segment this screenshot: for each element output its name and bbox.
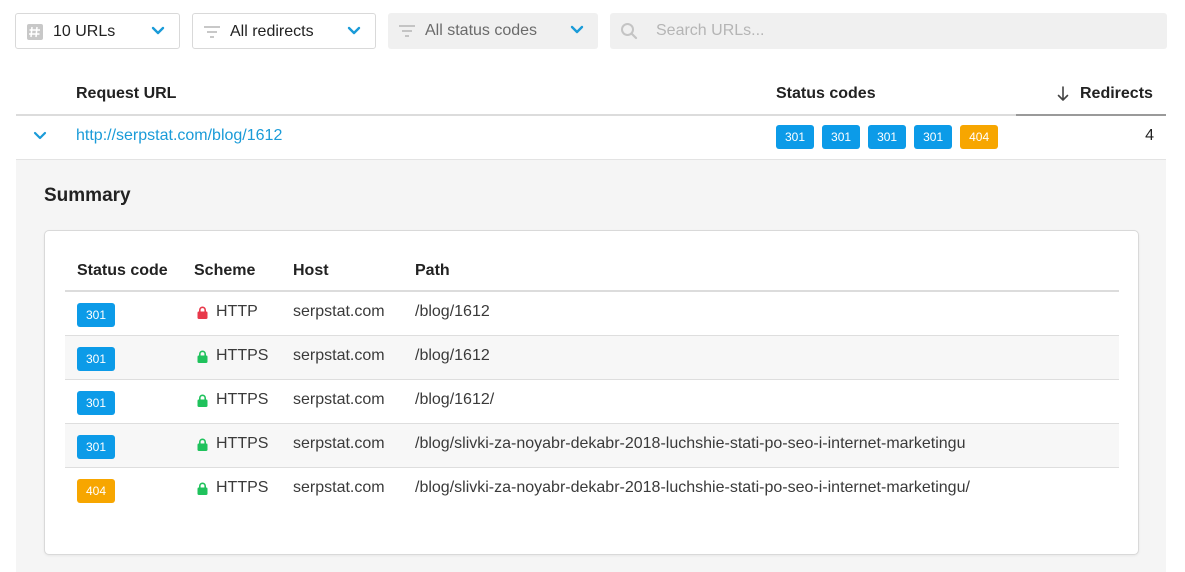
lock-icon: [197, 482, 208, 495]
filter-toolbar: 10 URLs All redirects All status codes: [15, 13, 1167, 49]
chevron-down-icon[interactable]: [32, 130, 48, 142]
column-header-path: Path: [415, 262, 450, 279]
summary-row: 301 HTTP serpstat.com /blog/1612: [65, 292, 1119, 336]
lock-icon: [197, 306, 208, 319]
summary-table-header: Status code Scheme Host Path: [65, 251, 1119, 292]
host-cell: serpstat.com: [293, 303, 385, 320]
lock-icon: [197, 394, 208, 407]
path-cell: /blog/1612/: [415, 391, 495, 408]
path-cell: /blog/slivki-za-noyabr-dekabr-2018-luchs…: [415, 435, 966, 452]
status-badge: 404: [77, 479, 116, 503]
status-badge: 301: [776, 125, 815, 149]
status-badge: 301: [914, 125, 953, 149]
column-header-redirects-label: Redirects: [1080, 85, 1153, 102]
host-cell: serpstat.com: [293, 347, 385, 364]
search-input[interactable]: [656, 13, 1136, 49]
chevron-down-icon: [570, 25, 584, 34]
column-header-host: Host: [293, 262, 329, 279]
url-count-label: 10 URLs: [53, 23, 116, 40]
table-row: http://serpstat.com/blog/1612 301 301 30…: [16, 116, 1166, 160]
scheme-label: HTTP: [216, 303, 258, 320]
status-badge: 301: [77, 303, 116, 327]
lock-icon: [197, 438, 208, 451]
expanded-details: Summary Status code Scheme Host Path 301…: [16, 160, 1166, 572]
chevron-down-icon: [151, 26, 165, 35]
column-header-request-url[interactable]: Request URL: [76, 85, 176, 103]
summary-row: 301 HTTPS serpstat.com /blog/1612/: [65, 380, 1119, 424]
host-cell: serpstat.com: [293, 479, 385, 496]
summary-row: 301 HTTPS serpstat.com /blog/1612: [65, 336, 1119, 380]
request-url-link[interactable]: http://serpstat.com/blog/1612: [76, 127, 282, 145]
scheme-label: HTTPS: [216, 347, 269, 364]
scheme-label: HTTPS: [216, 479, 269, 496]
path-cell: /blog/1612: [415, 347, 490, 364]
status-badge: 301: [77, 435, 116, 459]
summary-row: 301 HTTPS serpstat.com /blog/slivki-za-n…: [65, 424, 1119, 468]
summary-card: Status code Scheme Host Path 301 HTTP se…: [44, 230, 1139, 555]
redirects-count: 4: [1145, 127, 1154, 144]
lock-icon: [197, 350, 208, 363]
filter-icon: [399, 25, 415, 37]
status-codes-filter-dropdown[interactable]: All status codes: [388, 13, 598, 49]
chevron-down-icon: [347, 26, 361, 35]
column-header-status-code: Status code: [77, 262, 168, 279]
column-header-status-codes[interactable]: Status codes: [776, 85, 876, 103]
redirects-filter-label: All redirects: [230, 23, 314, 40]
status-badge: 404: [960, 125, 999, 149]
search-icon: [621, 23, 638, 40]
filter-icon: [204, 26, 220, 38]
urls-table-header: Request URL Status codes Redirects: [16, 72, 1166, 116]
path-cell: /blog/slivki-za-noyabr-dekabr-2018-luchs…: [415, 479, 970, 496]
scheme-label: HTTPS: [216, 435, 269, 452]
status-badge: 301: [868, 125, 907, 149]
status-badge: 301: [822, 125, 861, 149]
host-cell: serpstat.com: [293, 391, 385, 408]
search-box: [610, 13, 1167, 49]
summary-row: 404 HTTPS serpstat.com /blog/slivki-za-n…: [65, 468, 1119, 512]
column-header-scheme: Scheme: [194, 262, 256, 279]
column-header-redirects[interactable]: Redirects: [1016, 72, 1166, 116]
status-codes-filter-label: All status codes: [425, 22, 538, 39]
host-cell: serpstat.com: [293, 435, 385, 452]
status-badge: 301: [77, 391, 116, 415]
redirects-filter-dropdown[interactable]: All redirects: [192, 13, 376, 49]
scheme-label: HTTPS: [216, 391, 269, 408]
path-cell: /blog/1612: [415, 303, 490, 320]
summary-title: Summary: [44, 185, 131, 206]
arrow-down-icon: [1057, 86, 1069, 101]
status-codes-list: 301 301 301 301 404: [776, 125, 999, 149]
hash-icon: [27, 24, 43, 40]
url-count-dropdown[interactable]: 10 URLs: [15, 13, 180, 49]
status-badge: 301: [77, 347, 116, 371]
